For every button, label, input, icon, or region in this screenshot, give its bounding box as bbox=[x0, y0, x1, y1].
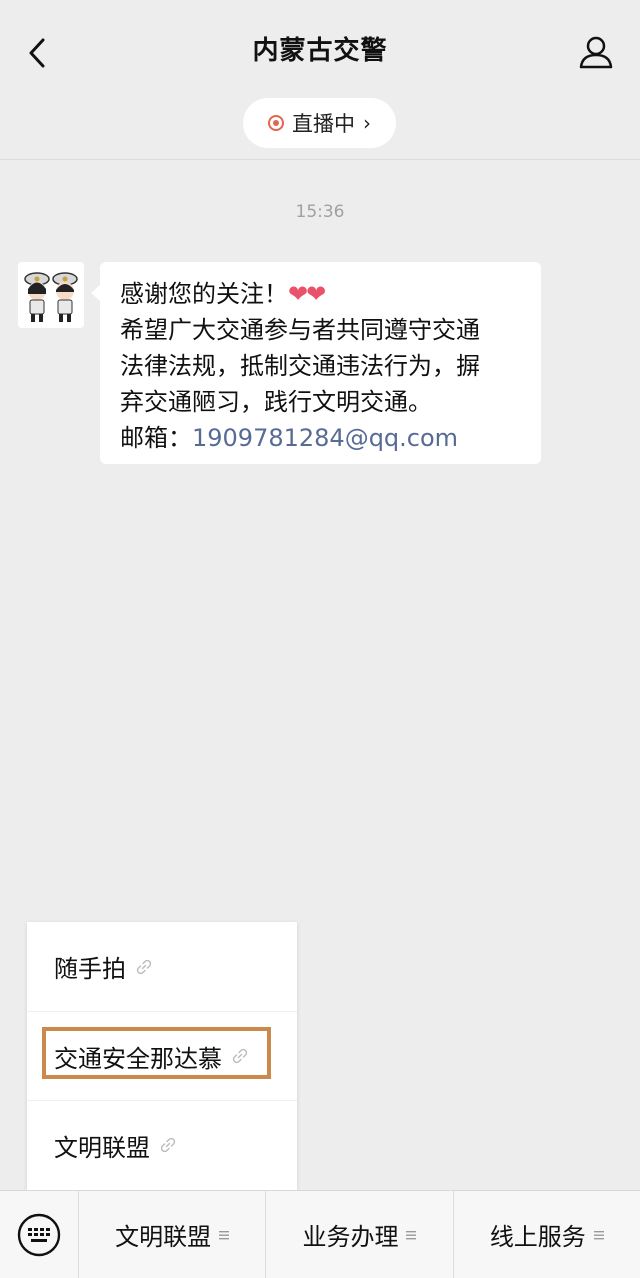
submenu-popup: 随手拍 交通安全那达慕 文明联盟 bbox=[27, 922, 297, 1190]
page-title: 内蒙古交警 bbox=[252, 36, 388, 66]
submenu-item-wenming-lianmeng[interactable]: 文明联盟 bbox=[27, 1100, 297, 1189]
menu-tab-label: 文明联盟 bbox=[115, 1223, 212, 1251]
email-link[interactable]: 1909781284@qq.com bbox=[192, 424, 458, 452]
police-mascot-avatar-icon bbox=[18, 262, 84, 328]
message-line-2: 希望广大交通参与者共同遵守交通 bbox=[120, 316, 480, 344]
message-line-5: 邮箱：1909781284@qq.com bbox=[120, 420, 521, 456]
message-line-3: 法律法规，抵制交通违法行为，摒 bbox=[120, 352, 480, 380]
link-icon bbox=[136, 959, 152, 974]
menu-lines-icon bbox=[406, 1230, 417, 1239]
submenu-item-label: 随手拍 bbox=[54, 955, 126, 983]
menu-tab-label: 线上服务 bbox=[489, 1223, 586, 1251]
link-icon bbox=[232, 1048, 248, 1064]
bottom-menu-bar: 文明联盟 业务办理 线上服务 bbox=[0, 1190, 640, 1278]
profile-button[interactable] bbox=[578, 34, 614, 70]
message-bubble[interactable]: 感谢您的关注！❤❤ 希望广大交通参与者共同遵守交通 法律法规，抵制交通违法行为，… bbox=[91, 262, 541, 464]
live-label: 直播中 bbox=[292, 112, 355, 136]
menu-lines-icon bbox=[219, 1230, 230, 1239]
email-label: 邮箱： bbox=[120, 424, 192, 452]
submenu-item-label: 交通安全那达慕 bbox=[54, 1044, 222, 1073]
link-icon bbox=[160, 1137, 176, 1153]
menu-tab-label: 业务办理 bbox=[302, 1223, 399, 1251]
message-timestamp: 15:36 bbox=[295, 202, 345, 222]
message-greeting: 感谢您的关注！ bbox=[120, 280, 288, 308]
menu-lines-icon bbox=[593, 1230, 604, 1239]
keyboard-toggle-button[interactable] bbox=[0, 1191, 78, 1278]
heart-emoji-icon: ❤❤ bbox=[288, 280, 326, 308]
submenu-item-label: 文明联盟 bbox=[54, 1133, 150, 1162]
message-line-4: 弃交通陋习，践行文明交通。 bbox=[120, 388, 432, 416]
nav-header: 内蒙古交警 直播中 › bbox=[0, 0, 640, 160]
menu-tab-yewu-banli[interactable]: 业务办理 bbox=[265, 1190, 452, 1278]
submenu-item-nadamu[interactable]: 交通安全那达慕 bbox=[27, 1011, 297, 1100]
chevron-right-icon: › bbox=[363, 111, 371, 135]
submenu-item-suishoupai[interactable]: 随手拍 bbox=[27, 922, 297, 1011]
live-dot-icon bbox=[268, 115, 284, 131]
menu-tab-wenming-lianmeng[interactable]: 文明联盟 bbox=[78, 1190, 265, 1278]
keyboard-icon bbox=[17, 1213, 61, 1256]
menu-tab-xianshang-fuwu[interactable]: 线上服务 bbox=[452, 1190, 640, 1278]
avatar[interactable] bbox=[18, 262, 84, 328]
message-line-1: 感谢您的关注！❤❤ bbox=[120, 276, 521, 312]
person-icon bbox=[579, 36, 613, 69]
live-button[interactable]: 直播中 › bbox=[243, 98, 396, 148]
